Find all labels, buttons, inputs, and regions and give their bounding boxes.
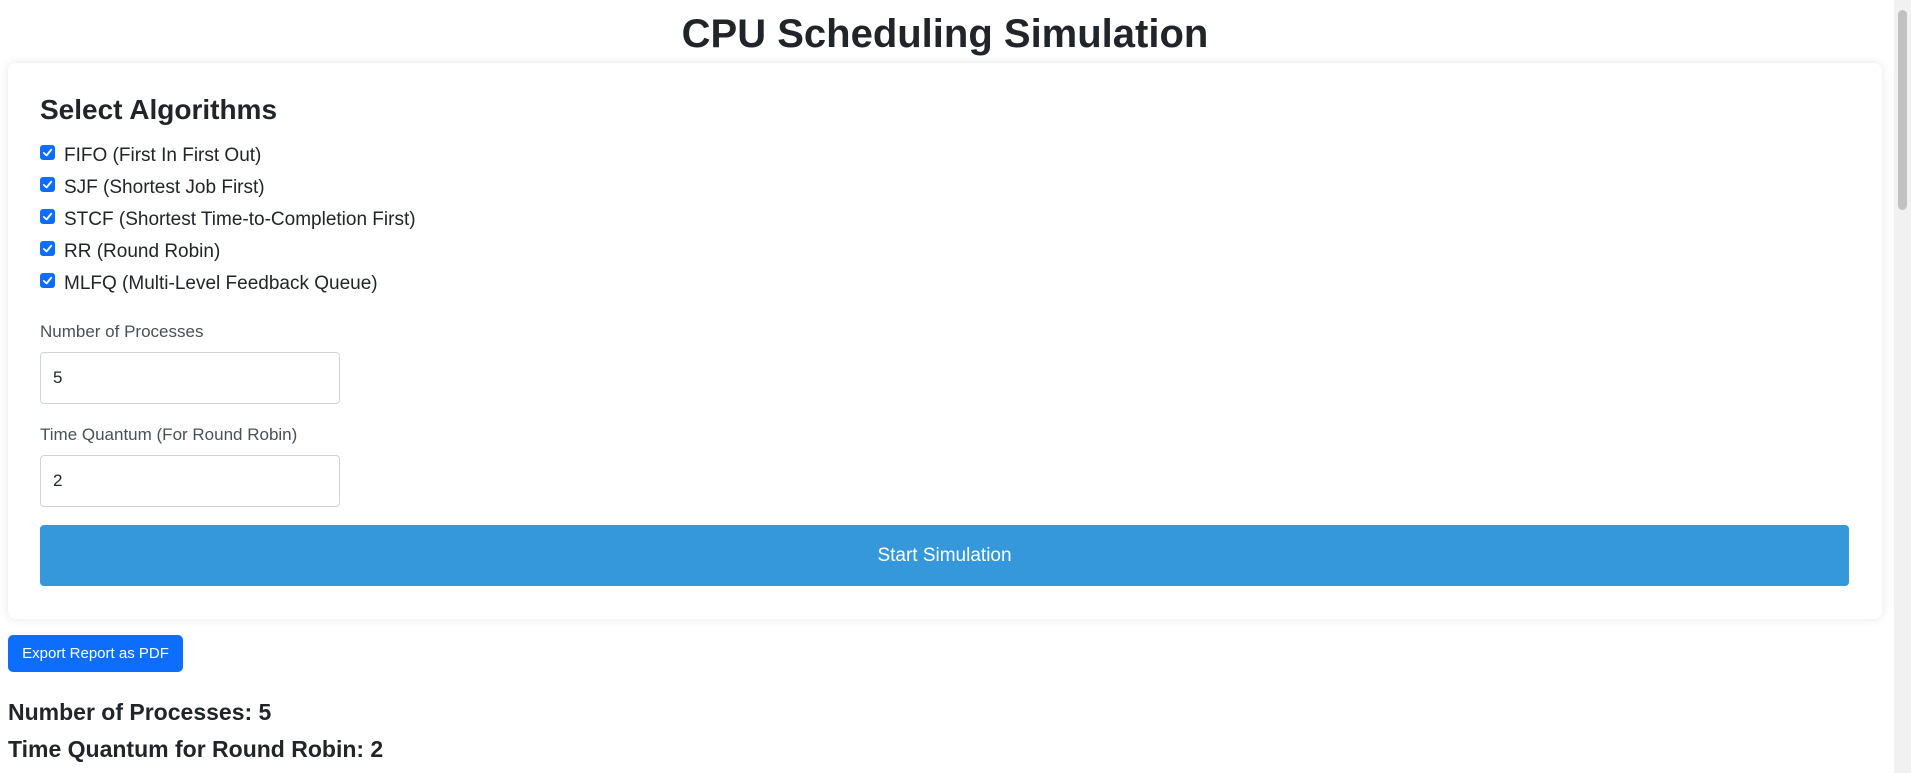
summary-num-processes: Number of Processes: 5 (8, 699, 272, 725)
stcf-label: STCF (Shortest Time-to-Completion First) (64, 209, 416, 230)
checkmark-icon (42, 148, 53, 156)
checkmark-icon (42, 276, 53, 284)
summary-time-quantum: Time Quantum for Round Robin: 2 (8, 736, 384, 762)
mlfq-label: MLFQ (Multi-Level Feedback Queue) (64, 273, 378, 294)
algorithm-item-mlfq[interactable]: MLFQ (Multi-Level Feedback Queue) (40, 268, 416, 300)
time-quantum-label: Time Quantum (For Round Robin) (40, 425, 298, 444)
checkmark-icon (42, 180, 53, 188)
num-processes-label: Number of Processes (40, 322, 204, 341)
sjf-checkbox[interactable] (40, 176, 55, 192)
export-pdf-button[interactable]: Export Report as PDF (8, 635, 183, 672)
algorithm-item-rr[interactable]: RR (Round Robin) (40, 236, 416, 268)
vertical-scrollbar[interactable] (1894, 0, 1911, 773)
stcf-checkbox[interactable] (40, 208, 55, 224)
time-quantum-input[interactable] (40, 455, 340, 507)
simulation-form-card: Select Algorithms FIFO (First In First O… (8, 63, 1882, 619)
fifo-checkbox[interactable] (40, 144, 55, 160)
scrollbar-thumb[interactable] (1898, 10, 1907, 210)
select-algorithms-heading: Select Algorithms (40, 94, 278, 125)
page: CPU Scheduling Simulation Select Algorit… (0, 0, 1911, 773)
rr-checkbox[interactable] (40, 240, 55, 256)
rr-label: RR (Round Robin) (64, 241, 221, 262)
sjf-label: SJF (Shortest Job First) (64, 177, 265, 198)
start-simulation-button[interactable]: Start Simulation (40, 525, 1849, 586)
checkmark-icon (42, 244, 53, 252)
algorithm-list: FIFO (First In First Out) SJF (Shortest … (40, 140, 416, 300)
algorithm-item-sjf[interactable]: SJF (Shortest Job First) (40, 172, 416, 204)
page-title: CPU Scheduling Simulation (681, 12, 1209, 56)
algorithm-item-fifo[interactable]: FIFO (First In First Out) (40, 140, 416, 172)
checkmark-icon (42, 212, 53, 220)
fifo-label: FIFO (First In First Out) (64, 145, 262, 166)
mlfq-checkbox[interactable] (40, 272, 55, 288)
algorithm-item-stcf[interactable]: STCF (Shortest Time-to-Completion First) (40, 204, 416, 236)
num-processes-input[interactable] (40, 352, 340, 404)
